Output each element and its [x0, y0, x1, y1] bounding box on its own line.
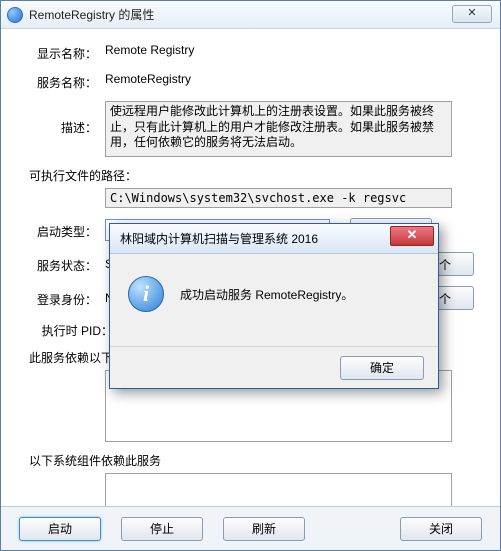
service-name-label: 服务名称： — [29, 72, 105, 91]
bottom-toolbar: 启动 停止 刷新 关闭 — [1, 506, 500, 550]
message-dialog: 林阳域内计算机扫描与管理系统 2016 ✕ i 成功启动服务 RemoteReg… — [109, 223, 439, 389]
depended-by-label: 以下系统组件依赖此服务 — [29, 452, 480, 469]
properties-window: RemoteRegistry 的属性 ✕ 显示名称： Remote Regist… — [0, 0, 501, 551]
exe-path-field[interactable] — [105, 188, 452, 208]
dialog-titlebar: 林阳域内计算机扫描与管理系统 2016 ✕ — [110, 224, 438, 254]
display-name-value: Remote Registry — [105, 43, 194, 57]
window-title: RemoteRegistry 的属性 — [29, 6, 154, 23]
start-button[interactable]: 启动 — [19, 517, 101, 541]
service-status-label: 服务状态： — [29, 255, 105, 274]
titlebar: RemoteRegistry 的属性 ✕ — [1, 1, 500, 29]
dialog-footer: 确定 — [110, 346, 438, 388]
info-icon: i — [128, 276, 164, 312]
description-label: 描述： — [29, 101, 105, 136]
description-textarea[interactable]: 使远程用户能修改此计算机上的注册表设置。如果此服务被终止，只有此计算机上的用户才… — [105, 101, 452, 157]
startup-type-label: 启动类型： — [29, 221, 105, 240]
pid-label: 执行时 PID： — [29, 320, 121, 339]
window-close-button[interactable]: ✕ — [452, 5, 492, 23]
display-name-label: 显示名称： — [29, 43, 105, 62]
logon-as-label: 登录身份： — [29, 289, 105, 308]
dialog-close-button[interactable]: ✕ — [390, 226, 434, 246]
refresh-button[interactable]: 刷新 — [223, 517, 305, 541]
exe-path-label: 可执行文件的路径： — [29, 167, 480, 184]
app-icon — [7, 7, 23, 23]
close-button[interactable]: 关闭 — [400, 517, 482, 541]
stop-button[interactable]: 停止 — [121, 517, 203, 541]
dialog-title: 林阳域内计算机扫描与管理系统 2016 — [120, 230, 318, 247]
dialog-message: 成功启动服务 RemoteRegistry。 — [180, 286, 353, 303]
service-name-value: RemoteRegistry — [105, 72, 191, 86]
ok-button[interactable]: 确定 — [340, 356, 424, 380]
dialog-body: i 成功启动服务 RemoteRegistry。 — [110, 254, 438, 334]
